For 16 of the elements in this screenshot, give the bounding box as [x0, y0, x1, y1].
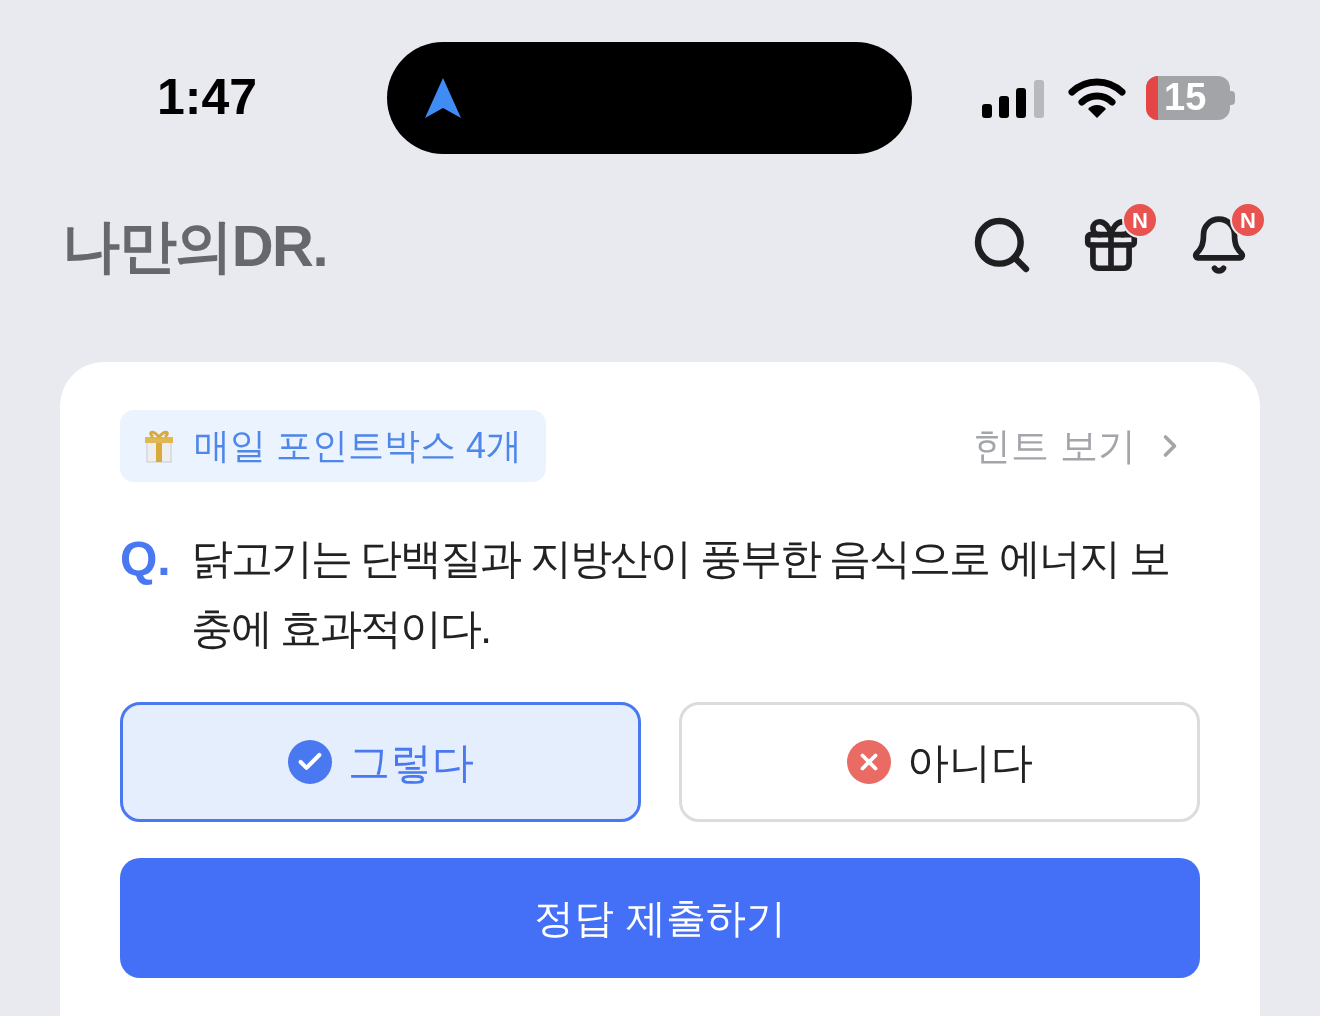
gift-box-icon	[144, 429, 174, 463]
submit-button[interactable]: 정답 제출하기	[120, 858, 1200, 978]
battery-indicator: 15	[1146, 75, 1235, 120]
question-mark: Q.	[120, 531, 171, 587]
answer-option[interactable]: 아니다	[679, 702, 1200, 822]
status-time: 1:47	[157, 68, 259, 127]
new-badge: N	[1230, 202, 1266, 238]
check-icon	[287, 740, 332, 784]
new-badge: N	[1122, 202, 1158, 238]
question-text: 닭고기는 단백질과 지방산이 풍부한 음식으로 에너지 보충에 효과적이다.	[190, 534, 1170, 654]
answer-option[interactable]: 그렇다	[120, 702, 641, 822]
wifi-icon	[1068, 75, 1126, 120]
hint-link[interactable]: 힌트 보기	[973, 417, 1200, 475]
app-logo: 나만의DR.	[62, 211, 328, 280]
points-chip: 매일 포인트박스 4개	[120, 410, 547, 482]
cross-icon	[846, 740, 891, 784]
